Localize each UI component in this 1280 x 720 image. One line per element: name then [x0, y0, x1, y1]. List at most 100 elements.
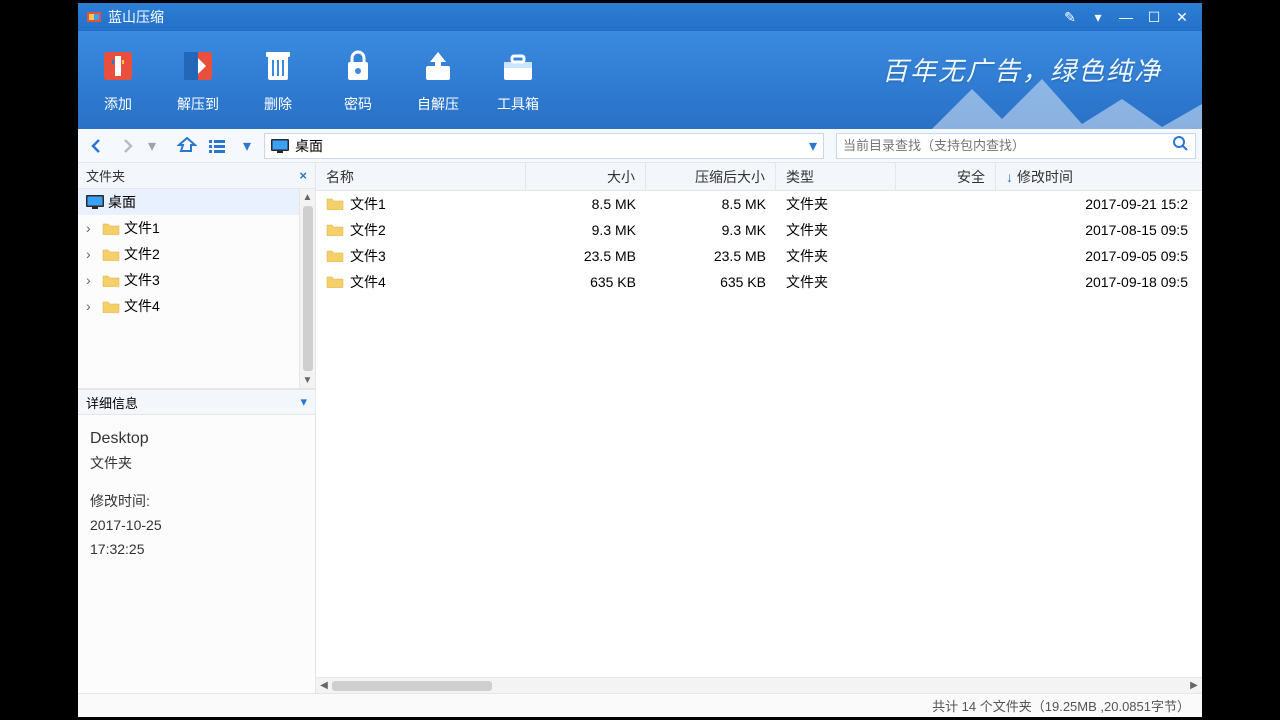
- view-list-button[interactable]: [204, 133, 230, 159]
- tree-item[interactable]: › 文件4: [78, 293, 315, 319]
- sfx-button[interactable]: 自解压: [398, 31, 478, 129]
- details-mod-label: 修改时间:: [90, 490, 303, 514]
- cell-type: 文件夹: [776, 246, 896, 266]
- col-security[interactable]: 安全: [896, 163, 996, 190]
- search-input[interactable]: [843, 138, 1171, 153]
- details-type: 文件夹: [90, 452, 303, 476]
- sort-desc-icon: ↓: [1006, 169, 1013, 185]
- folder-icon: [102, 273, 120, 287]
- extract-label: 解压到: [177, 94, 219, 114]
- toolbox-label: 工具箱: [497, 94, 539, 114]
- table-row[interactable]: 文件29.3 MK9.3 MK文件夹2017-08-15 09:5: [316, 217, 1202, 243]
- back-button[interactable]: [84, 133, 110, 159]
- status-text: 共计 14 个文件夹（19.25MB ,20.0851字节）: [932, 696, 1190, 715]
- chevron-right-icon[interactable]: ›: [86, 220, 98, 236]
- cell-compressed-size: 635 KB: [646, 274, 776, 290]
- folder-icon: [102, 299, 120, 313]
- col-modified[interactable]: ↓修改时间: [996, 163, 1202, 190]
- edit-icon[interactable]: ✎: [1058, 5, 1082, 29]
- folder-icon: [326, 274, 344, 291]
- folders-header-label: 文件夹: [86, 166, 125, 185]
- app-title: 蓝山压缩: [108, 7, 164, 27]
- nav-row: ▾ ▾ 桌面 ▾: [78, 129, 1202, 163]
- details-collapse-icon[interactable]: ▾: [300, 394, 307, 410]
- view-dropdown-icon[interactable]: ▾: [234, 133, 260, 159]
- col-compressed-size[interactable]: 压缩后大小: [646, 163, 776, 190]
- folder-tree[interactable]: 桌面 ›文件1›文件2›文件3›文件4 ▲ ▼: [78, 189, 315, 389]
- extract-icon: [178, 46, 218, 86]
- path-combo[interactable]: 桌面 ▾: [264, 133, 824, 159]
- delete-icon: [258, 46, 298, 86]
- monitor-icon: [86, 195, 104, 209]
- close-button[interactable]: ✕: [1170, 5, 1194, 29]
- hscroll-thumb[interactable]: [332, 681, 492, 691]
- cell-modified: 2017-08-15 09:5: [996, 222, 1202, 238]
- folders-panel-header: 文件夹 ×: [78, 163, 315, 189]
- cell-modified: 2017-09-21 15:2: [996, 196, 1202, 212]
- tree-root-label: 桌面: [108, 192, 136, 212]
- extract-button[interactable]: 解压到: [158, 31, 238, 129]
- cell-name: 文件3: [350, 246, 386, 266]
- history-dropdown-icon[interactable]: ▾: [144, 133, 160, 159]
- tree-item-label: 文件4: [124, 296, 160, 316]
- scroll-left-icon[interactable]: ◀: [316, 678, 332, 693]
- cell-name: 文件1: [350, 194, 386, 214]
- scroll-down-icon[interactable]: ▼: [300, 372, 315, 388]
- titlebar: 蓝山压缩 ✎ ▾ — ☐ ✕: [78, 3, 1202, 31]
- folder-icon: [102, 221, 120, 235]
- menu-icon[interactable]: ▾: [1086, 5, 1110, 29]
- table-row[interactable]: 文件4635 KB635 KB文件夹2017-09-18 09:5: [316, 269, 1202, 295]
- maximize-button[interactable]: ☐: [1142, 5, 1166, 29]
- search-icon[interactable]: [1171, 135, 1189, 156]
- toolbox-button[interactable]: 工具箱: [478, 31, 558, 129]
- file-grid[interactable]: 文件18.5 MK8.5 MK文件夹2017-09-21 15:2文件29.3 …: [316, 191, 1202, 677]
- chevron-right-icon[interactable]: ›: [86, 246, 98, 262]
- add-button[interactable]: 添加: [78, 31, 158, 129]
- tree-scrollbar[interactable]: ▲ ▼: [299, 189, 315, 388]
- details-panel: Desktop 文件夹 修改时间: 2017-10-25 17:32:25: [78, 415, 315, 693]
- up-button[interactable]: [174, 133, 200, 159]
- col-type[interactable]: 类型: [776, 163, 896, 190]
- tree-root[interactable]: 桌面: [78, 189, 315, 215]
- folders-panel-close[interactable]: ×: [299, 168, 307, 183]
- details-mod-date: 2017-10-25: [90, 514, 303, 538]
- grid-hscroll[interactable]: ◀ ▶: [316, 677, 1202, 693]
- scroll-thumb[interactable]: [303, 206, 313, 371]
- cell-type: 文件夹: [776, 220, 896, 240]
- password-icon: [338, 46, 378, 86]
- tree-item[interactable]: ›文件2: [78, 241, 315, 267]
- path-dropdown-icon[interactable]: ▾: [809, 136, 817, 156]
- col-name[interactable]: 名称: [316, 163, 526, 190]
- slogan-text: 百年无广告，绿色纯净: [882, 51, 1162, 88]
- cell-type: 文件夹: [776, 194, 896, 214]
- tree-item[interactable]: › 文件3: [78, 267, 315, 293]
- cell-type: 文件夹: [776, 272, 896, 292]
- tree-item[interactable]: ›文件1: [78, 215, 315, 241]
- col-size[interactable]: 大小: [526, 163, 646, 190]
- scroll-right-icon[interactable]: ▶: [1186, 678, 1202, 693]
- cell-compressed-size: 8.5 MK: [646, 196, 776, 212]
- search-box[interactable]: [836, 133, 1196, 159]
- table-row[interactable]: 文件323.5 MB23.5 MB文件夹2017-09-05 09:5: [316, 243, 1202, 269]
- cell-size: 8.5 MK: [526, 196, 646, 212]
- forward-button[interactable]: [114, 133, 140, 159]
- sfx-icon: [418, 46, 458, 86]
- password-label: 密码: [344, 94, 372, 114]
- folder-icon: [102, 247, 120, 261]
- cell-size: 9.3 MK: [526, 222, 646, 238]
- chevron-right-icon[interactable]: ›: [86, 272, 98, 288]
- table-row[interactable]: 文件18.5 MK8.5 MK文件夹2017-09-21 15:2: [316, 191, 1202, 217]
- chevron-right-icon[interactable]: ›: [86, 298, 98, 314]
- delete-button[interactable]: 删除: [238, 31, 318, 129]
- details-panel-header: 详细信息 ▾: [78, 389, 315, 415]
- cell-modified: 2017-09-05 09:5: [996, 248, 1202, 264]
- file-grid-pane: 名称 大小 压缩后大小 类型 安全 ↓修改时间 文件18.5 MK8.5 MK文…: [316, 163, 1202, 693]
- tree-item-label: 文件3: [124, 270, 160, 290]
- minimize-button[interactable]: —: [1114, 5, 1138, 29]
- folder-icon: [326, 196, 344, 213]
- app-window: 蓝山压缩 ✎ ▾ — ☐ ✕ 百年无广告，绿色纯净 添加 解压到: [78, 3, 1202, 717]
- scroll-up-icon[interactable]: ▲: [300, 189, 315, 205]
- cell-name: 文件2: [350, 220, 386, 240]
- password-button[interactable]: 密码: [318, 31, 398, 129]
- delete-label: 删除: [264, 94, 292, 114]
